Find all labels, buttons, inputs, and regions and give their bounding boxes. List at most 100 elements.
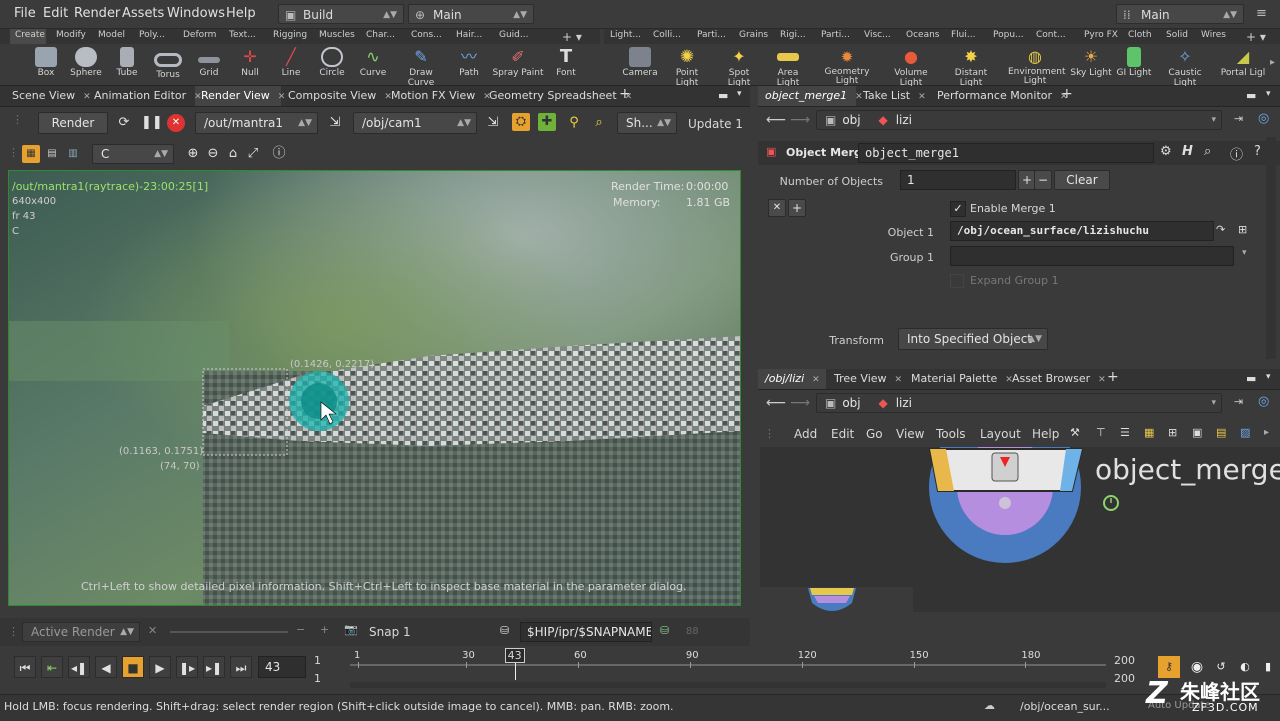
- tool-box[interactable]: Box: [24, 47, 68, 78]
- save-icon[interactable]: ⛁: [500, 624, 509, 637]
- tool-caustic-light[interactable]: ✧ Caustic Light: [1158, 47, 1212, 88]
- add-multiparm-button[interactable]: +: [788, 199, 806, 217]
- layout-icon[interactable]: ⊞: [1168, 426, 1177, 439]
- next-keyframe-icon[interactable]: ▸❚: [203, 656, 225, 678]
- network-path-bar[interactable]: ▣ obj ◆ lizi ▾: [816, 110, 1222, 130]
- tab-material-palette[interactable]: Material Palette ✕: [911, 372, 1013, 385]
- shelf-tab[interactable]: Model: [98, 30, 125, 40]
- tool-sky-light[interactable]: ☀ Sky Light: [1069, 47, 1113, 78]
- tree-icon[interactable]: ⊤: [1096, 426, 1106, 439]
- shelf-tab[interactable]: Deform: [183, 30, 216, 40]
- shelf-tab[interactable]: Muscles: [319, 30, 355, 40]
- close-icon[interactable]: ✕: [148, 624, 157, 637]
- tab-performance-monitor[interactable]: Performance Monitor ✕: [937, 89, 1068, 102]
- tool-gi-light[interactable]: GI Light: [1112, 47, 1156, 78]
- back-arrow-icon[interactable]: ⟵: [766, 395, 786, 411]
- shelf-tab[interactable]: Text...: [229, 30, 256, 40]
- next-frame-icon[interactable]: ❚▸: [176, 656, 198, 678]
- shelf-tab[interactable]: Modify: [56, 30, 86, 40]
- menu-edit[interactable]: Edit: [43, 6, 68, 21]
- tab-render-view[interactable]: Render View ✕: [201, 89, 285, 102]
- alpha-icon[interactable]: ▤: [43, 145, 61, 163]
- pin-icon[interactable]: ⇥: [1234, 112, 1243, 125]
- shelf-tab[interactable]: Poly...: [139, 30, 165, 40]
- shading-dropdown[interactable]: Sh... ▲▼: [617, 112, 677, 134]
- tab-network[interactable]: /obj/lizi ✕: [765, 372, 820, 385]
- menu-windows[interactable]: Windows: [167, 6, 225, 21]
- clear-button[interactable]: Clear: [1054, 170, 1110, 190]
- info-icon[interactable]: ⓘ: [270, 145, 288, 163]
- window-menu-icon[interactable]: ≡: [1256, 6, 1267, 21]
- tool-point-light[interactable]: ✺ Point Light: [665, 47, 709, 88]
- net-menu-help[interactable]: Help: [1032, 427, 1059, 441]
- play-icon[interactable]: ▶: [149, 656, 171, 678]
- tab-motion-fx-view[interactable]: Motion FX View ✕: [391, 89, 491, 102]
- net-menu-layout[interactable]: Layout: [980, 427, 1021, 441]
- shelf-tab[interactable]: Wires: [1201, 30, 1226, 40]
- tool-grid[interactable]: Grid: [187, 47, 231, 78]
- stop-icon[interactable]: ✕: [167, 114, 185, 132]
- stop-button-icon[interactable]: ■: [122, 656, 144, 678]
- net-menu-edit[interactable]: Edit: [831, 427, 854, 441]
- maximize-icon[interactable]: ▬: [1246, 372, 1256, 385]
- frame-marker-label[interactable]: 43: [504, 648, 525, 663]
- zoom-out-icon[interactable]: ⊖: [204, 145, 222, 163]
- group1-field[interactable]: [950, 246, 1234, 266]
- tab-composite-view[interactable]: Composite View ✕: [288, 89, 392, 102]
- menu-assets[interactable]: Assets: [122, 6, 164, 21]
- pane-menu-icon[interactable]: ▾: [1266, 89, 1271, 99]
- tool-circle[interactable]: Circle: [310, 47, 354, 78]
- tool-portal-light[interactable]: ◢ Portal Ligl: [1218, 47, 1268, 78]
- decrement-button[interactable]: −: [1034, 170, 1052, 190]
- help-circle-icon[interactable]: ◎: [1258, 394, 1269, 409]
- prev-keyframe-icon[interactable]: ◂❚: [68, 656, 90, 678]
- node-name-field[interactable]: object_merge1: [858, 143, 1154, 163]
- pause-icon[interactable]: ❚❚: [141, 114, 163, 132]
- net-menu-tools[interactable]: Tools: [936, 427, 966, 441]
- back-arrow-icon[interactable]: ⟵: [766, 112, 786, 128]
- plus-icon[interactable]: +: [320, 623, 329, 636]
- tool-line[interactable]: ╱ Line: [269, 47, 313, 78]
- preview-icon[interactable]: ✚: [538, 113, 556, 131]
- shelf-tab[interactable]: Popu...: [993, 30, 1024, 40]
- maximize-icon[interactable]: ▬: [1246, 89, 1256, 102]
- tool-path[interactable]: 〰 Path: [447, 47, 491, 78]
- camera-dropdown[interactable]: /obj/cam1 ▲▼: [353, 112, 477, 134]
- jump-start-icon[interactable]: ⏮: [14, 656, 36, 678]
- shelf-tab[interactable]: Cloth: [1128, 30, 1152, 40]
- end-frame-range[interactable]: 200: [1114, 672, 1135, 685]
- maximize-icon[interactable]: ▬: [718, 89, 728, 102]
- home-icon[interactable]: ⌂: [224, 145, 242, 163]
- tool-curve[interactable]: ∿ Curve: [351, 47, 395, 78]
- tool-environment-light[interactable]: ◍ Environment Light: [1008, 47, 1065, 86]
- snapshot-save-icon[interactable]: ⛁: [660, 624, 669, 637]
- shelf-tab[interactable]: Create: [15, 30, 45, 40]
- output-driver-dropdown[interactable]: /out/mantra1 ▲▼: [195, 112, 318, 134]
- forward-arrow-icon[interactable]: ⟶: [790, 112, 810, 128]
- tool-spray-paint[interactable]: ✐ Spray Paint: [492, 47, 544, 78]
- tab-scene-view[interactable]: Scene View ✕: [12, 89, 91, 102]
- transform-dropdown[interactable]: Into Specified Object ▲▼: [898, 328, 1048, 350]
- tool-tube[interactable]: Tube: [105, 47, 149, 78]
- menu-file[interactable]: File: [14, 6, 36, 21]
- tool-area-light[interactable]: Area Light: [766, 47, 810, 88]
- shelf-tab[interactable]: Guid...: [499, 30, 528, 40]
- net-menu-add[interactable]: Add: [794, 427, 817, 441]
- jump-end-icon[interactable]: ⏭: [230, 656, 252, 678]
- add-tab-icon[interactable]: +: [1061, 86, 1073, 102]
- shelf-tab[interactable]: Light...: [610, 30, 641, 40]
- add-tab-icon[interactable]: +: [619, 86, 631, 102]
- tool-distant-light[interactable]: ✸ Distant Light: [944, 47, 998, 88]
- help-circle-icon[interactable]: ◎: [1258, 111, 1269, 126]
- num-objects-field[interactable]: 1: [900, 170, 1016, 190]
- active-render-dropdown[interactable]: Active Render ▲▼: [22, 622, 140, 642]
- net-menu-go[interactable]: Go: [866, 427, 883, 441]
- shelf-tab[interactable]: Parti...: [697, 30, 726, 40]
- grid-view-icon[interactable]: ▦: [1144, 426, 1154, 439]
- magnifier-icon[interactable]: ⌕: [590, 114, 608, 132]
- sticky-note-icon[interactable]: ▤: [1216, 426, 1226, 439]
- snapshot-slider[interactable]: [170, 631, 288, 633]
- play-reverse-icon[interactable]: ◀: [95, 656, 117, 678]
- channel-icon[interactable]: ▥: [64, 145, 82, 163]
- shelf-tab[interactable]: Rigging: [273, 30, 307, 40]
